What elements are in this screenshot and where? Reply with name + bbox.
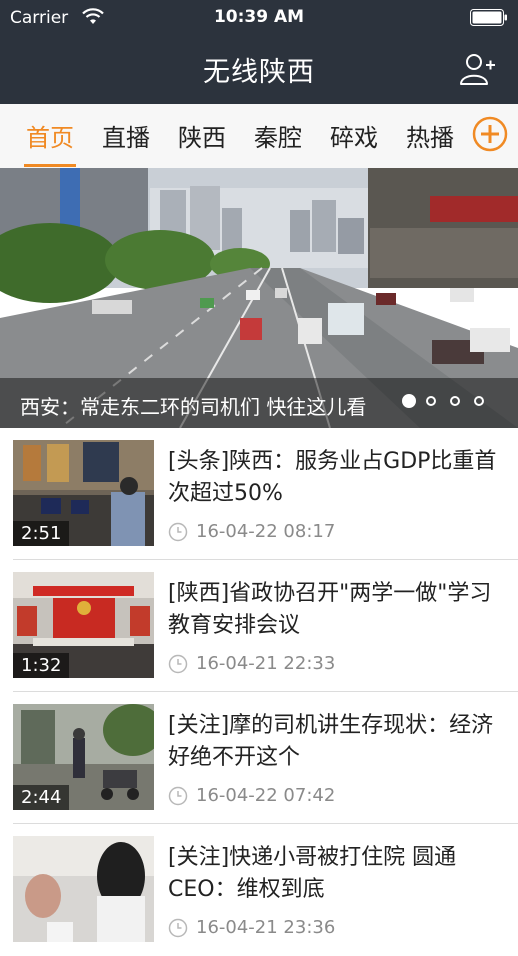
tab-live[interactable]: 直播 [102,118,150,153]
tab-home[interactable]: 首页 [26,118,74,153]
tab-shaanxi[interactable]: 陕西 [178,118,226,153]
active-tab-indicator [24,164,76,167]
add-user-icon[interactable] [458,51,496,87]
carousel-dot[interactable] [450,396,460,406]
nav-bar: 无线陕西 [0,36,518,104]
news-time: 16-04-22 08:17 [196,521,336,542]
news-thumbnail: 1:32 [13,572,154,678]
news-time: 16-04-22 07:42 [196,785,336,806]
tab-short-drama[interactable]: 碎戏 [330,118,378,153]
news-item[interactable]: 1:32 [陕西]省政协召开"两学一做"学习教育安排会议 16-04-21 22… [0,560,518,692]
add-channel-icon[interactable] [472,116,508,152]
hero-caption-bar[interactable]: 西安：常走东二环的司机们 快往这儿看 [0,378,518,428]
video-duration: 1:32 [13,653,70,678]
news-item[interactable]: 2:44 [关注]摩的司机讲生存现状：经济好绝不开这个 16-04-22 07:… [0,692,518,824]
status-bar: Carrier 10:39 AM [0,0,518,36]
news-thumbnail: 2:44 [13,704,154,810]
hero-caption: 西安：常走东二环的司机们 快往这儿看 [20,395,367,419]
carousel-dot[interactable] [426,396,436,406]
news-item[interactable]: 2:51 [头条]陕西：服务业占GDP比重首次超过50% 16-04-22 08… [0,428,518,560]
tab-trending[interactable]: 热播 [406,118,454,153]
clock-icon [168,654,188,674]
tab-qinqiang[interactable]: 秦腔 [254,118,302,153]
clock-icon [168,522,188,542]
news-headline: [头条]陕西：服务业占GDP比重首次超过50% [168,449,497,506]
news-headline: [关注]快递小哥被打住院 圆通CEO：维权到底 [168,845,457,902]
clock-icon [168,918,188,938]
video-duration: 2:44 [13,785,70,810]
news-thumbnail [13,836,154,942]
news-time: 16-04-21 22:33 [196,653,336,674]
battery-icon [470,9,507,26]
carousel-dot[interactable] [474,396,484,406]
news-item[interactable]: [关注]快递小哥被打住院 圆通CEO：维权到底 16-04-21 23:36 [0,824,518,956]
video-duration: 2:51 [13,521,70,546]
clock-time: 10:39 AM [213,7,305,27]
news-time: 16-04-21 23:36 [196,917,336,938]
clock-icon [168,786,188,806]
carousel-dot[interactable] [402,394,416,408]
page-title: 无线陕西 [203,57,315,88]
news-thumbnail: 2:51 [13,440,154,546]
news-headline: [陕西]省政协召开"两学一做"学习教育安排会议 [168,581,492,638]
category-tabs: 首页 直播 陕西 秦腔 碎戏 热播 [0,104,518,169]
news-headline: [关注]摩的司机讲生存现状：经济好绝不开这个 [168,713,494,770]
